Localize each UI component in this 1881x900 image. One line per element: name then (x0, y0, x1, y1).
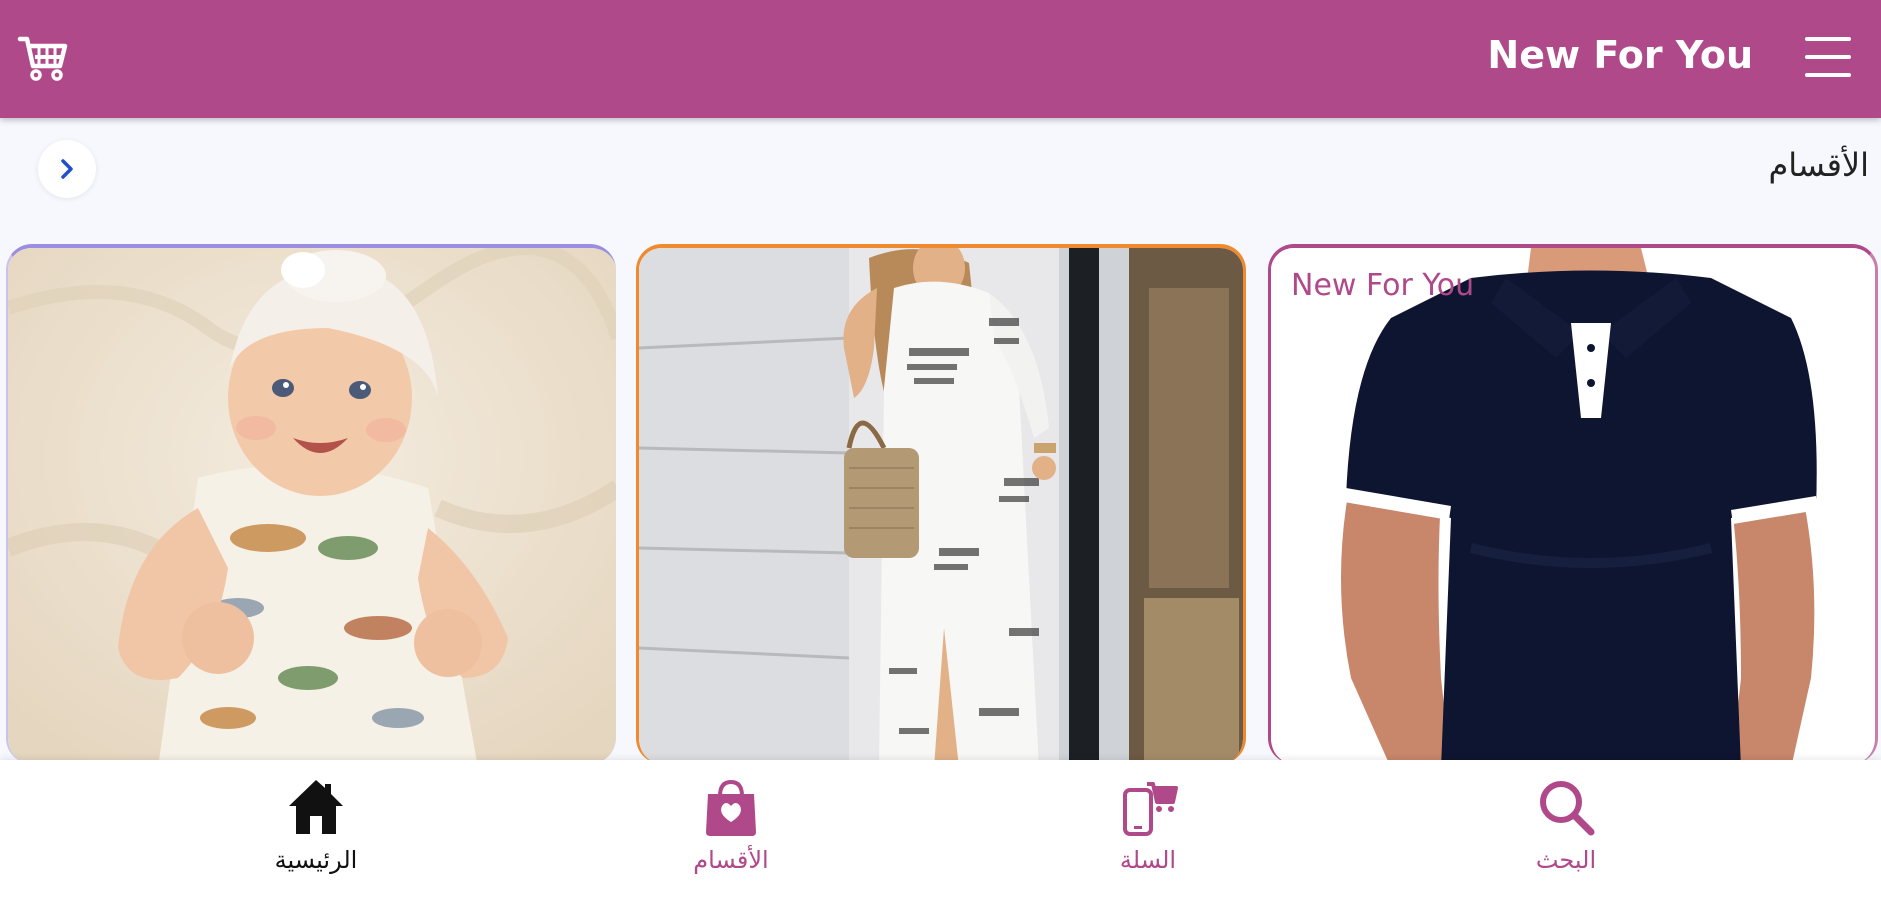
nav-label-search: البحث (1535, 846, 1597, 874)
nav-item-home[interactable]: الرئيسية (216, 760, 416, 900)
categories-next-button[interactable] (38, 140, 96, 198)
product-cards-row: New For You (0, 244, 1881, 764)
home-icon (281, 772, 351, 842)
menu-line (1805, 55, 1851, 59)
bottom-navigation: الرئيسية الأقسام السلة البحث (0, 760, 1881, 900)
menu-line (1805, 73, 1851, 77)
app-title: New For You (1487, 33, 1753, 77)
menu-line (1805, 37, 1851, 41)
men-polo-image (1271, 248, 1875, 764)
nav-label-categories: الأقسام (693, 846, 769, 874)
product-card-baby[interactable] (6, 244, 616, 764)
top-app-bar: New For You (0, 0, 1881, 118)
product-card-polo[interactable]: New For You (1268, 244, 1878, 764)
nav-label-home: الرئيسية (274, 846, 358, 874)
women-dress-image (639, 248, 1243, 764)
cart-button[interactable] (14, 28, 72, 86)
product-card-dress[interactable] (636, 244, 1246, 764)
search-icon (1531, 772, 1601, 842)
hamburger-menu-button[interactable] (1803, 32, 1853, 82)
nav-label-cart: السلة (1119, 846, 1177, 874)
app-screen: New For You الأقسام New For You الرئيسية… (0, 0, 1881, 900)
baby-outfit-image (8, 248, 616, 764)
chevron-right-icon (61, 159, 73, 179)
nav-item-cart[interactable]: السلة (1048, 760, 1248, 900)
card-brand-label: New For You (1291, 268, 1475, 303)
phone-cart-icon (1113, 772, 1183, 842)
nav-item-categories[interactable]: الأقسام (631, 760, 831, 900)
categories-header: الأقسام (0, 118, 1881, 228)
categories-title: الأقسام (1768, 146, 1869, 184)
nav-item-search[interactable]: البحث (1466, 760, 1666, 900)
shopping-bag-heart-icon (696, 772, 766, 842)
cart-icon (17, 36, 68, 81)
